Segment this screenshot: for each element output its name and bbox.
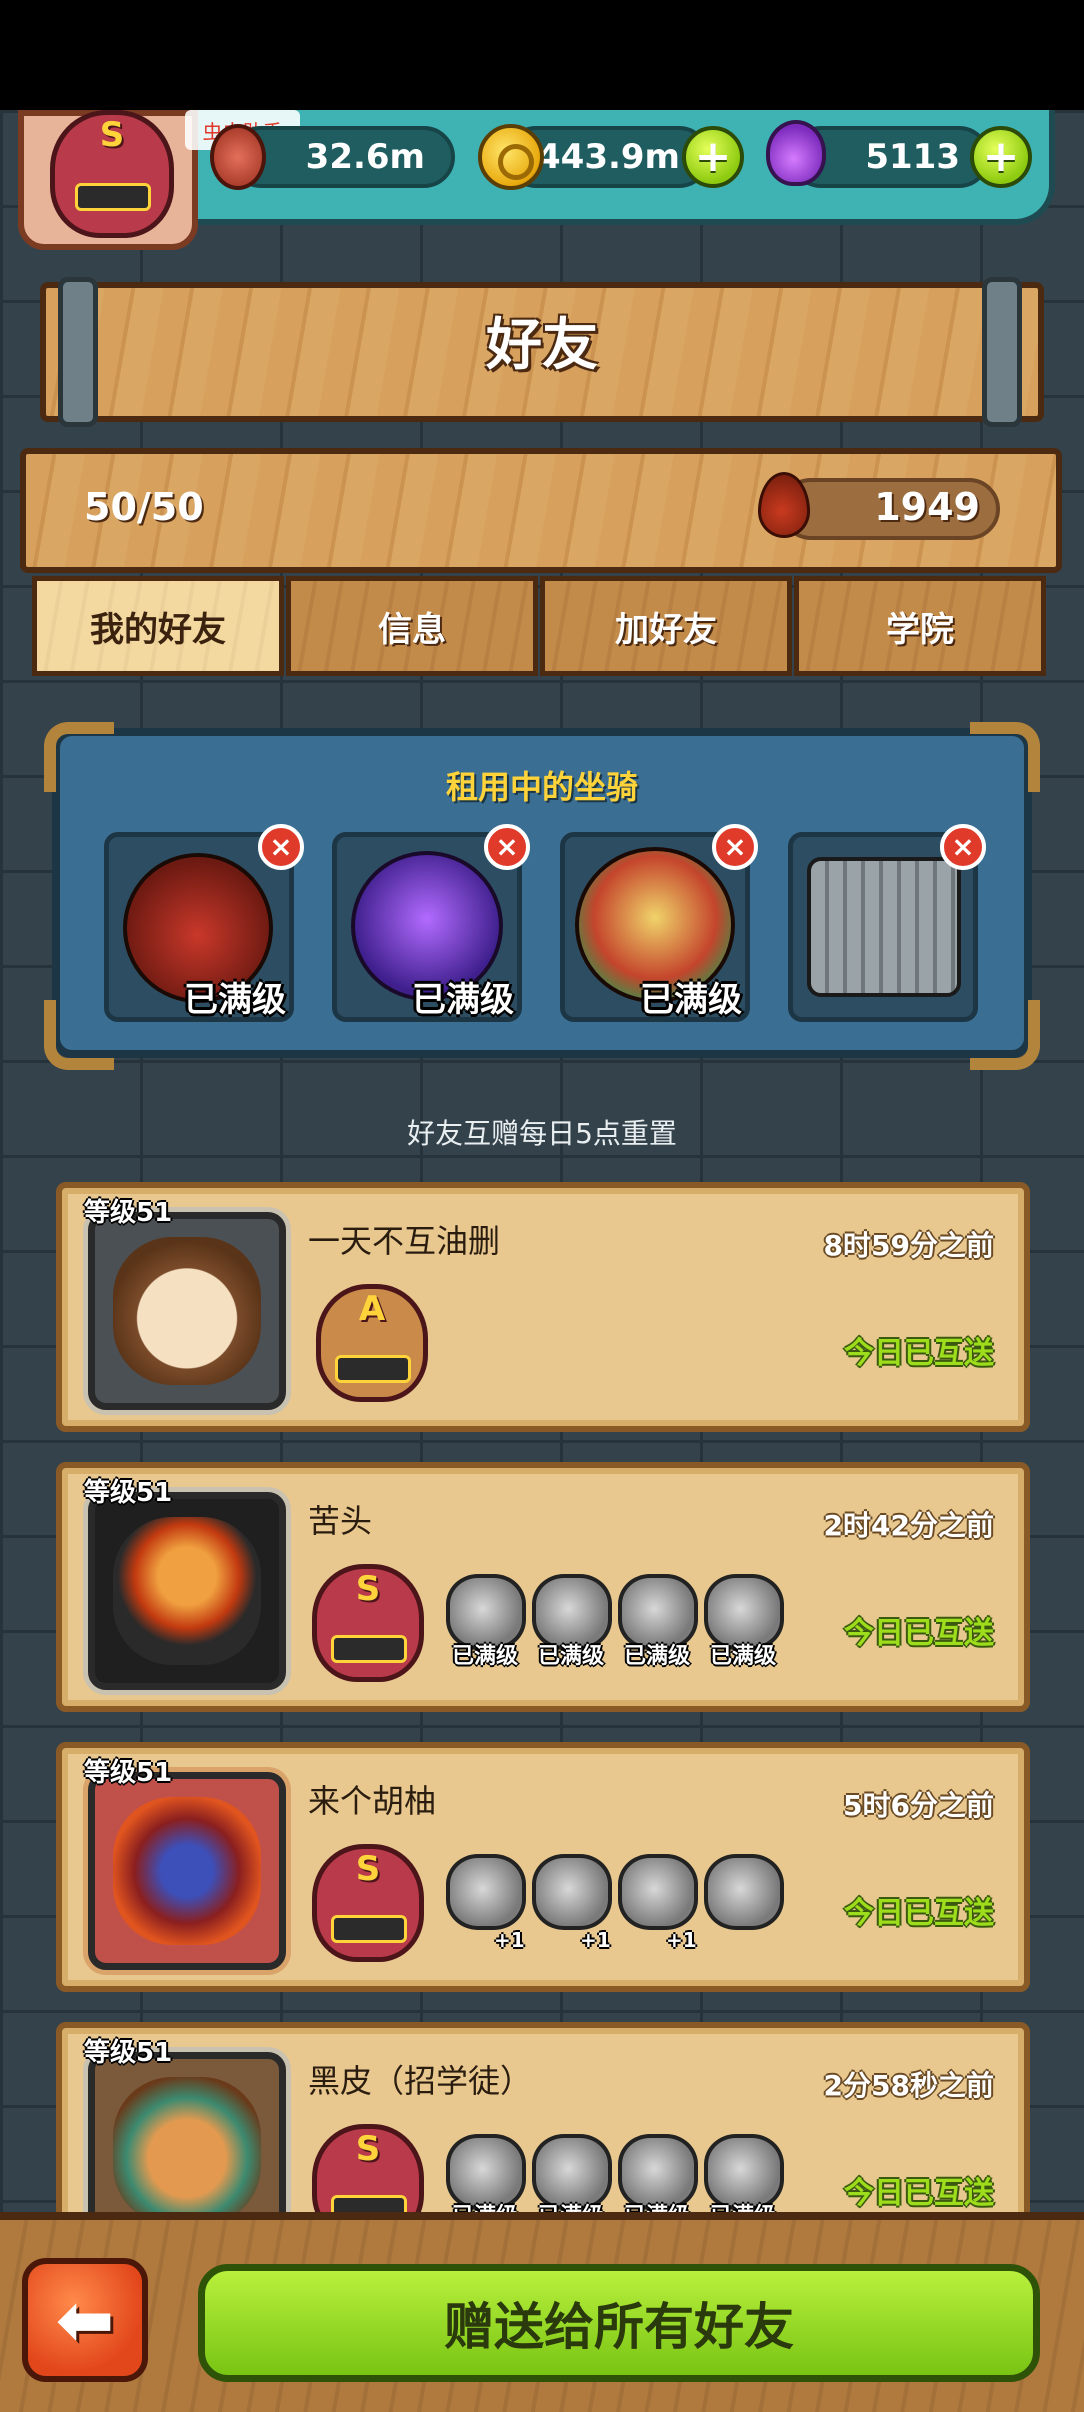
gift-status: 今日已互送 — [844, 1896, 994, 1931]
mount-plus-label: +1 — [580, 1928, 611, 1952]
friend-count: 50/50 — [84, 485, 204, 529]
avatar[interactable] — [88, 1212, 286, 1410]
mount-icon — [532, 1854, 612, 1930]
friend-level: 等级51 — [84, 2038, 173, 2068]
last-online-time: 2分58秒之前 — [823, 2069, 994, 2102]
back-arrow-icon: ⬅ — [55, 2279, 115, 2361]
gift-status: 今日已互送 — [844, 1616, 994, 1651]
tab-messages[interactable]: 信息 — [286, 576, 538, 676]
rank-teeth-icon — [335, 1355, 411, 1383]
rank-s-icon: S — [312, 1564, 424, 1682]
mount-icon — [618, 1854, 698, 1930]
remove-mount-button[interactable]: × — [940, 824, 986, 870]
gift-status: 今日已互送 — [844, 2176, 994, 2211]
friend-level: 等级51 — [84, 1198, 173, 1228]
rank-letter: A — [358, 1289, 386, 1329]
blood-value: 1949 — [874, 485, 980, 529]
mount-level-label: 已满级 — [451, 1644, 518, 1669]
friend-name: 黑皮（招学徒） — [308, 2062, 533, 2100]
meat-value: 32.6m — [305, 137, 425, 177]
avatar[interactable] — [88, 1492, 286, 1690]
rank-letter: S — [355, 2129, 381, 2169]
friend-level: 等级51 — [84, 1478, 173, 1508]
last-online-time: 8时59分之前 — [823, 1229, 994, 1262]
last-online-time: 2时42分之前 — [823, 1509, 994, 1542]
rank-teeth-icon — [75, 183, 151, 211]
rented-mounts-title: 租用中的坐骑 — [445, 768, 638, 806]
rank-teeth-icon — [331, 1915, 407, 1943]
mount-level-label: 已满级 — [640, 980, 742, 1020]
friend-avatar-image — [113, 2077, 261, 2225]
mount-level-label: 已满级 — [184, 980, 286, 1020]
remove-mount-button[interactable]: × — [484, 824, 530, 870]
friend-card[interactable]: 等级51 苦头 2时42分之前 S 已满级 已满级 已满级 已满级 今日已互送 — [56, 1462, 1030, 1712]
friend-card[interactable]: 等级51 来个胡柚 5时6分之前 S +1 +1 +1 今日已互送 — [56, 1742, 1030, 1992]
friend-avatar-image — [113, 1797, 261, 1945]
rank-letter: S — [355, 1569, 381, 1609]
rank-letter: S — [355, 1849, 381, 1889]
friend-level: 等级51 — [84, 1758, 173, 1788]
rank-s-icon: S — [50, 110, 174, 238]
friend-card[interactable]: 等级51 一天不互油删 8时59分之前 A 今日已互送 — [56, 1182, 1030, 1432]
back-button[interactable]: ⬅ — [22, 2258, 148, 2382]
player-rank-badge[interactable]: S — [18, 110, 198, 250]
tab-add-friend[interactable]: 加好友 — [540, 576, 792, 676]
panel-corner — [970, 1000, 1040, 1070]
coin-value: 443.9m — [537, 137, 680, 177]
mount-plus-label: +1 — [494, 1928, 525, 1952]
gift-status: 今日已互送 — [844, 1336, 994, 1371]
remove-mount-button[interactable]: × — [258, 824, 304, 870]
friend-avatar-image — [113, 1237, 261, 1385]
mount-level-label: 已满级 — [412, 980, 514, 1020]
friend-name: 来个胡柚 — [308, 1782, 437, 1820]
meat-icon — [210, 124, 266, 190]
mount-level-label: 已满级 — [623, 1644, 690, 1669]
page-title: 好友 — [486, 313, 598, 378]
rank-a-icon: A — [316, 1284, 428, 1402]
coin-icon — [478, 124, 544, 190]
potion-icon — [766, 120, 826, 186]
add-coins-button[interactable]: + — [682, 126, 744, 188]
mount-level-label: 已满级 — [709, 1644, 776, 1669]
status-bar — [0, 0, 1084, 110]
friend-name: 苦头 — [308, 1502, 373, 1540]
gift-all-friends-button[interactable]: 赠送给所有好友 — [198, 2264, 1040, 2382]
potion-value: 5113 — [865, 137, 960, 177]
remove-mount-button[interactable]: × — [712, 824, 758, 870]
avatar[interactable] — [88, 1772, 286, 1970]
mount-level-label: 已满级 — [537, 1644, 604, 1669]
friend-avatar-image — [113, 1517, 261, 1665]
rank-teeth-icon — [331, 1635, 407, 1663]
rank-s-icon: S — [312, 1844, 424, 1962]
mount-plus-label: +1 — [666, 1928, 697, 1952]
mount-icon — [446, 1854, 526, 1930]
add-potions-button[interactable]: + — [970, 126, 1032, 188]
gift-reset-note: 好友互赠每日5点重置 — [407, 1117, 677, 1150]
tab-my-friends[interactable]: 我的好友 — [32, 576, 284, 676]
last-online-time: 5时6分之前 — [843, 1789, 994, 1822]
tab-academy[interactable]: 学院 — [794, 576, 1046, 676]
mount-icon — [704, 1854, 784, 1930]
rank-letter: S — [99, 115, 125, 155]
friend-name: 一天不互油删 — [308, 1222, 501, 1260]
mech-fortress-icon — [807, 857, 961, 997]
